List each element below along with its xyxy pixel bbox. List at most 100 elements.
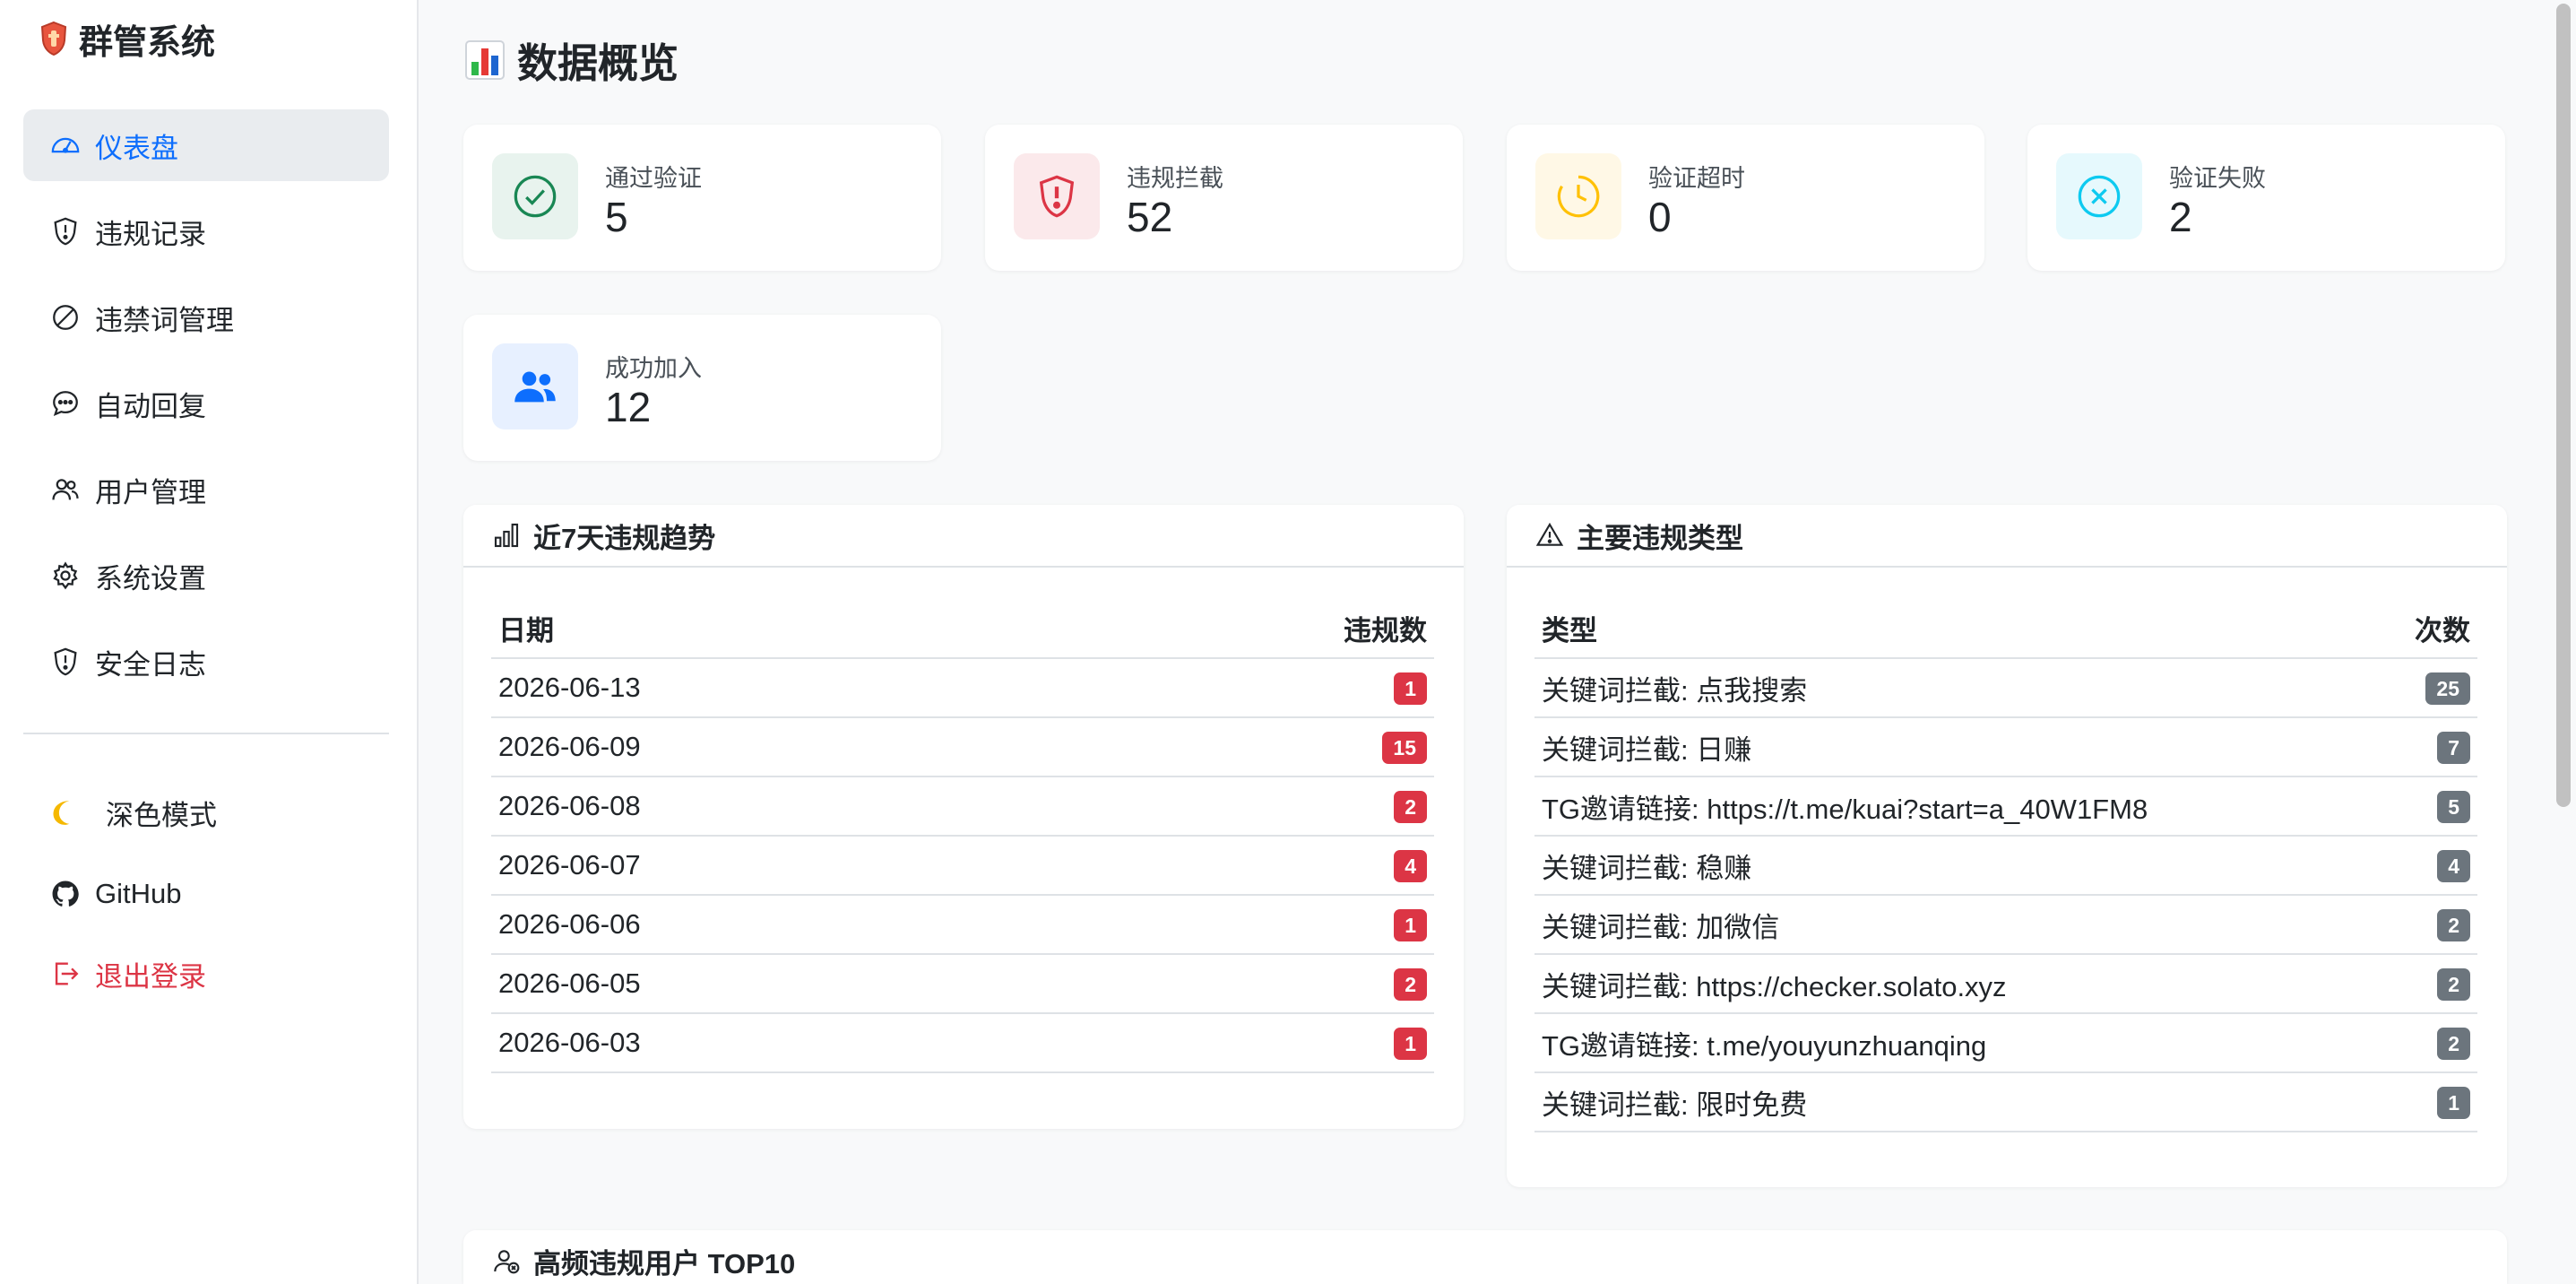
dashboard-icon bbox=[51, 137, 80, 153]
cell-type: 关键词拦截: 日赚 bbox=[1534, 717, 2382, 777]
sidebar-item-label: 违规记录 bbox=[95, 218, 206, 250]
table-row: 2026-06-08 2 bbox=[491, 776, 1434, 837]
top-users-panel-header: 高频违规用户 TOP10 bbox=[463, 1230, 2507, 1284]
shield-alert-icon bbox=[54, 217, 77, 246]
shield-exclamation-icon bbox=[1039, 175, 1075, 218]
count-badge: 1 bbox=[1394, 672, 1427, 705]
sidebar-item-label: 用户管理 bbox=[95, 476, 206, 508]
count-badge: 4 bbox=[2437, 850, 2470, 882]
types-panel: 主要违规类型 类型 次数 关键词拦截: 点我搜索 25 关键词拦截: 日赚 7 TG… bbox=[1507, 505, 2507, 1187]
user-x-icon bbox=[494, 1250, 520, 1274]
cell-date: 2026-06-08 bbox=[491, 776, 1072, 837]
stat-icon-bg bbox=[492, 153, 578, 239]
count-badge: 4 bbox=[1394, 850, 1427, 882]
count-badge: 7 bbox=[2437, 732, 2470, 764]
table-row: 关键词拦截: 加微信 2 bbox=[1534, 895, 2477, 955]
column-header-count: 次数 bbox=[2382, 598, 2477, 659]
table-row: 2026-06-05 2 bbox=[491, 954, 1434, 1014]
table-row: 关键词拦截: 点我搜索 25 bbox=[1534, 658, 2477, 718]
stat-value: 5 bbox=[605, 194, 628, 240]
logout-icon bbox=[55, 962, 79, 985]
stat-label: 成功加入 bbox=[605, 355, 702, 382]
stat-icon-bg bbox=[2056, 153, 2142, 239]
sidebar-item-label: 安全日志 bbox=[95, 648, 206, 681]
scrollbar-thumb[interactable] bbox=[2556, 4, 2571, 807]
users-icon bbox=[52, 479, 79, 500]
count-badge: 5 bbox=[2437, 791, 2470, 823]
cell-date: 2026-06-13 bbox=[491, 658, 1072, 718]
stat-card-passed: 通过验证 5 bbox=[463, 125, 941, 271]
count-badge: 2 bbox=[1394, 968, 1427, 1001]
cell-date: 2026-06-03 bbox=[491, 1013, 1072, 1073]
sidebar-item-users[interactable]: 用户管理 bbox=[23, 454, 389, 525]
count-badge: 1 bbox=[1394, 1028, 1427, 1060]
github-label: GitHub bbox=[95, 878, 182, 909]
page-title: 数据概览 bbox=[465, 30, 679, 89]
github-icon bbox=[52, 881, 79, 907]
stat-value: 0 bbox=[1648, 194, 1672, 240]
cell-date: 2026-06-05 bbox=[491, 954, 1072, 1014]
people-icon bbox=[514, 371, 556, 403]
stat-card-timeout: 验证超时 0 bbox=[1507, 125, 1984, 271]
cell-type: 关键词拦截: https://checker.solato.xyz bbox=[1534, 954, 2382, 1014]
table-row: 2026-06-13 1 bbox=[491, 658, 1434, 718]
stat-icon-bg bbox=[1535, 153, 1621, 239]
table-row: 2026-06-03 1 bbox=[491, 1013, 1434, 1073]
github-link[interactable]: GitHub bbox=[23, 858, 389, 930]
table-row: 关键词拦截: 稳赚 4 bbox=[1534, 836, 2477, 896]
table-row: 关键词拦截: 限时免费 1 bbox=[1534, 1072, 2477, 1132]
stat-card-failed: 验证失败 2 bbox=[2027, 125, 2505, 271]
warning-triangle-icon bbox=[1535, 522, 1564, 546]
main-content: 数据概览 通过验证 5 违规拦截 52 验证超时 0 验证失败 2 成功加入 1… bbox=[420, 0, 2576, 1284]
dark-mode-toggle[interactable]: 深色模式 bbox=[23, 776, 389, 848]
trend-panel-header: 近7天违规趋势 bbox=[463, 505, 1464, 568]
page-title-text: 数据概览 bbox=[517, 40, 679, 86]
top-users-panel-title: 高频违规用户 TOP10 bbox=[533, 1247, 796, 1280]
table-row: 2026-06-09 15 bbox=[491, 717, 1434, 777]
bar-chart-icon bbox=[494, 523, 519, 548]
clock-icon bbox=[1557, 175, 1600, 218]
stat-label: 验证失败 bbox=[2169, 165, 2266, 192]
stat-icon-bg bbox=[1014, 153, 1100, 239]
ban-icon bbox=[53, 305, 78, 330]
trend-panel: 近7天违规趋势 日期 违规数 2026-06-13 1 2026-06-09 15 … bbox=[463, 505, 1464, 1129]
sidebar-item-dashboard[interactable]: 仪表盘 bbox=[23, 109, 389, 181]
sidebar-item-label: 仪表盘 bbox=[95, 132, 178, 164]
sidebar-item-violations[interactable]: 违规记录 bbox=[23, 195, 389, 267]
stat-label: 违规拦截 bbox=[1127, 165, 1223, 192]
sidebar-item-auto-reply[interactable]: 自动回复 bbox=[23, 368, 389, 439]
sidebar-item-label: 自动回复 bbox=[95, 390, 206, 422]
sidebar-item-security-log[interactable]: 安全日志 bbox=[23, 626, 389, 698]
scrollbar[interactable] bbox=[2549, 0, 2576, 1284]
chat-icon bbox=[53, 391, 78, 417]
check-circle-icon bbox=[514, 175, 557, 218]
types-panel-header: 主要违规类型 bbox=[1507, 505, 2507, 568]
trend-panel-title: 近7天违规趋势 bbox=[533, 522, 716, 554]
cell-type: 关键词拦截: 限时免费 bbox=[1534, 1072, 2382, 1132]
sidebar-item-banned-words[interactable]: 违禁词管理 bbox=[23, 282, 389, 353]
cell-type: TG邀请链接: https://t.me/kuai?start=a_40W1FM… bbox=[1534, 776, 2382, 837]
count-badge: 25 bbox=[2425, 672, 2470, 705]
cell-type: 关键词拦截: 稳赚 bbox=[1534, 836, 2382, 896]
sidebar-item-label: 系统设置 bbox=[95, 562, 206, 594]
stat-card-blocked: 违规拦截 52 bbox=[985, 125, 1463, 271]
count-badge: 1 bbox=[2437, 1087, 2470, 1119]
shield-alert-icon bbox=[54, 647, 77, 676]
count-badge: 2 bbox=[1394, 791, 1427, 823]
moon-icon bbox=[53, 801, 70, 825]
stat-label: 验证超时 bbox=[1648, 165, 1745, 192]
sidebar-item-settings[interactable]: 系统设置 bbox=[23, 540, 389, 612]
cell-type: TG邀请链接: t.me/youyunzhuanqing bbox=[1534, 1013, 2382, 1073]
cell-date: 2026-06-07 bbox=[491, 836, 1072, 896]
column-header-count: 违规数 bbox=[1071, 598, 1434, 659]
table-row: TG邀请链接: t.me/youyunzhuanqing 2 bbox=[1534, 1013, 2477, 1073]
logout-button[interactable]: 退出登录 bbox=[23, 938, 389, 1010]
table-header-row: 日期 违规数 bbox=[491, 598, 1434, 659]
logout-label: 退出登录 bbox=[95, 960, 206, 993]
count-badge: 15 bbox=[1382, 732, 1427, 764]
table-row: 关键词拦截: https://checker.solato.xyz 2 bbox=[1534, 954, 2477, 1014]
cell-date: 2026-06-06 bbox=[491, 895, 1072, 955]
table-header-row: 类型 次数 bbox=[1534, 598, 2477, 659]
table-row: 2026-06-07 4 bbox=[491, 836, 1434, 896]
brand[interactable]: 群管系统 bbox=[39, 16, 215, 62]
